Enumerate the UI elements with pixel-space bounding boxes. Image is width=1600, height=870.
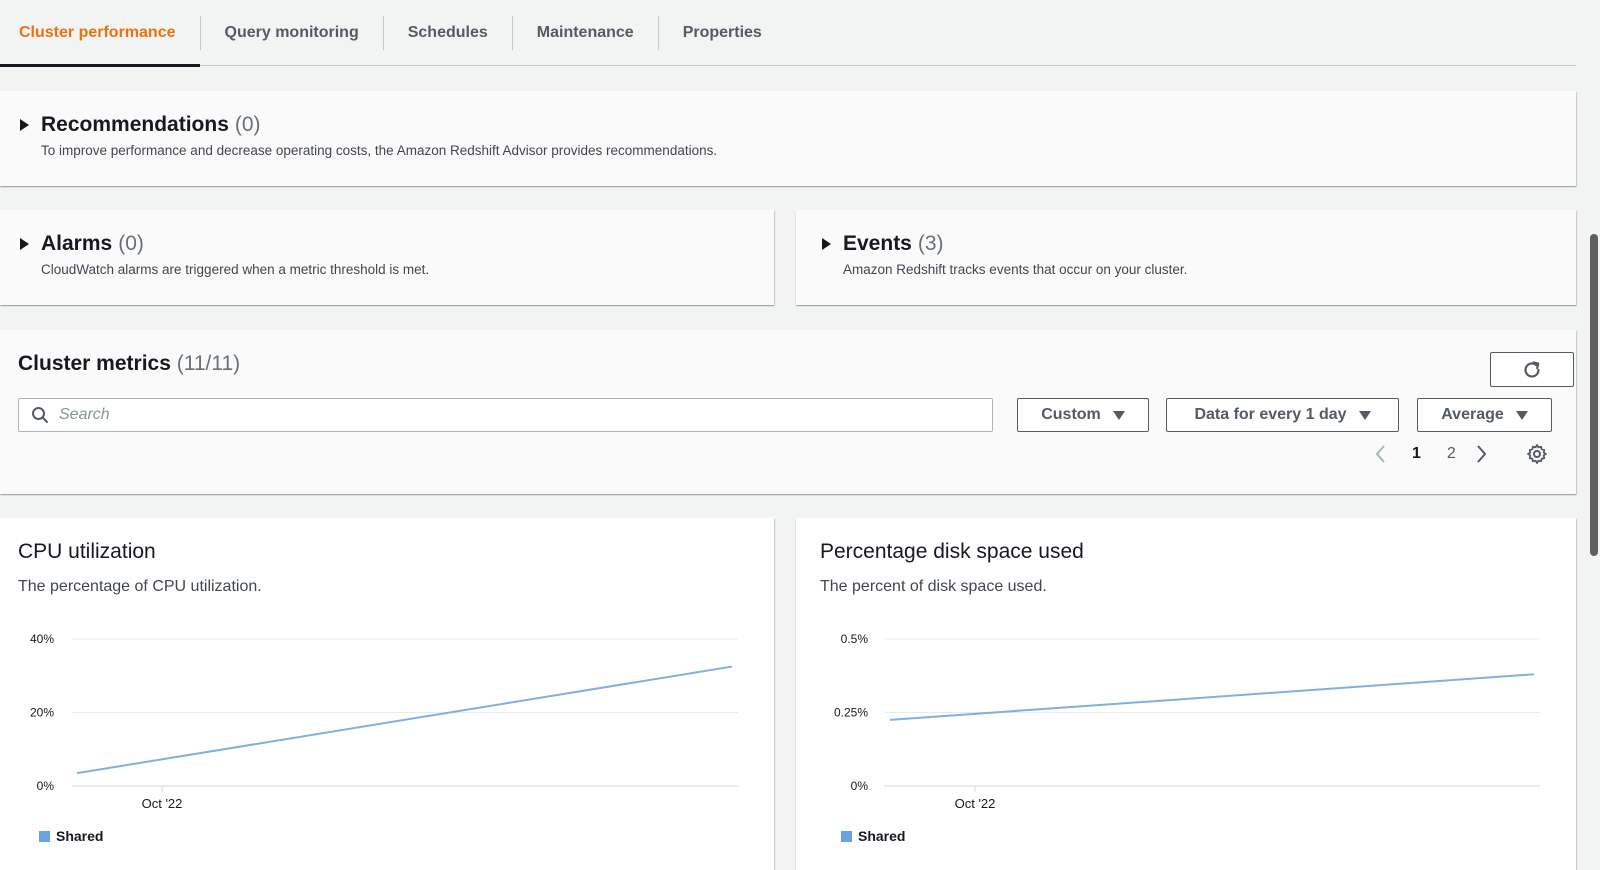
alarms-description: CloudWatch alarms are triggered when a m… (41, 262, 430, 277)
statistic-dropdown[interactable]: Average (1417, 398, 1552, 432)
chevron-right-icon[interactable] (1474, 444, 1488, 464)
y-tick-label: 20% (30, 706, 54, 720)
disk-chart-legend: Shared (841, 828, 905, 844)
legend-label: Shared (858, 828, 906, 844)
x-tick-label: Oct '22 (142, 796, 183, 811)
y-tick-label: 40% (30, 632, 54, 646)
cpu-utilization-panel: CPU utilization The percentage of CPU ut… (0, 518, 774, 870)
events-header[interactable]: Events (3) (822, 232, 944, 256)
y-tick-label: 0% (851, 779, 869, 793)
search-field[interactable] (18, 398, 993, 432)
scrollbar-thumb[interactable] (1590, 234, 1598, 556)
tab-maintenance[interactable]: Maintenance (513, 0, 658, 66)
legend-swatch (841, 830, 852, 842)
tab-bar: Cluster performance Query monitoring Sch… (0, 0, 1576, 67)
recommendations-title: Recommendations (41, 113, 229, 136)
recommendations-header[interactable]: Recommendations (0) (20, 113, 261, 137)
events-title: Events (843, 232, 912, 255)
legend-label: Shared (56, 828, 104, 844)
range-dropdown-label: Custom (1041, 406, 1101, 423)
cluster-metrics-title: Cluster metrics (18, 352, 171, 375)
page-2[interactable]: 2 (1447, 445, 1456, 463)
events-count: (3) (917, 232, 944, 255)
cluster-metrics-count: (11/11) (176, 352, 241, 375)
chevron-left-icon[interactable] (1374, 444, 1388, 464)
alarms-header[interactable]: Alarms (0) (20, 232, 144, 256)
y-tick-label: 0.5% (841, 632, 869, 646)
tab-cluster-performance[interactable]: Cluster performance (0, 0, 200, 67)
period-dropdown-label: Data for every 1 day (1194, 406, 1347, 423)
caret-down-icon (1515, 410, 1528, 420)
statistic-dropdown-label: Average (1441, 406, 1504, 423)
disk-space-chart: 0.5% 0.25% 0% Oct '22 (834, 632, 1540, 811)
tab-schedules[interactable]: Schedules (384, 0, 512, 66)
cpu-utilization-chart: 40% 20% 0% Oct '22 (30, 632, 738, 811)
cluster-metrics-panel: Cluster metrics (11/11) Custom Data for … (0, 330, 1576, 494)
cpu-chart-legend: Shared (39, 828, 103, 844)
alarms-title: Alarms (41, 232, 113, 255)
search-input[interactable] (59, 406, 959, 424)
caret-right-icon (822, 238, 831, 250)
cluster-metrics-heading: Cluster metrics (11/11) (18, 352, 240, 376)
series-line (76, 665, 733, 775)
alarms-panel: Alarms (0) CloudWatch alarms are trigger… (0, 210, 774, 305)
recommendations-panel: Recommendations (0) To improve performan… (0, 91, 1576, 186)
refresh-icon (1524, 360, 1540, 378)
caret-down-icon (1358, 410, 1371, 420)
caret-right-icon (20, 119, 29, 131)
search-icon (32, 407, 48, 423)
y-tick-label: 0% (37, 779, 55, 793)
recommendations-count: (0) (234, 113, 261, 136)
gear-icon[interactable] (1526, 443, 1548, 465)
tab-properties[interactable]: Properties (659, 0, 786, 66)
caret-down-icon (1112, 410, 1125, 420)
events-description: Amazon Redshift tracks events that occur… (843, 262, 1188, 277)
pagination: 1 2 (1374, 443, 1548, 465)
recommendations-description: To improve performance and decrease oper… (41, 143, 718, 158)
x-tick-label: Oct '22 (955, 796, 996, 811)
caret-right-icon (20, 238, 29, 250)
y-tick-label: 0.25% (834, 706, 868, 720)
events-panel: Events (3) Amazon Redshift tracks events… (796, 210, 1576, 305)
alarms-count: (0) (118, 232, 144, 255)
range-dropdown[interactable]: Custom (1017, 398, 1149, 432)
refresh-button[interactable] (1490, 352, 1574, 387)
period-dropdown[interactable]: Data for every 1 day (1166, 398, 1399, 432)
series-line (889, 673, 1535, 721)
page-1[interactable]: 1 (1412, 445, 1421, 463)
legend-swatch (39, 830, 50, 842)
tab-query-monitoring[interactable]: Query monitoring (201, 0, 383, 66)
disk-space-panel: Percentage disk space used The percent o… (796, 518, 1576, 870)
